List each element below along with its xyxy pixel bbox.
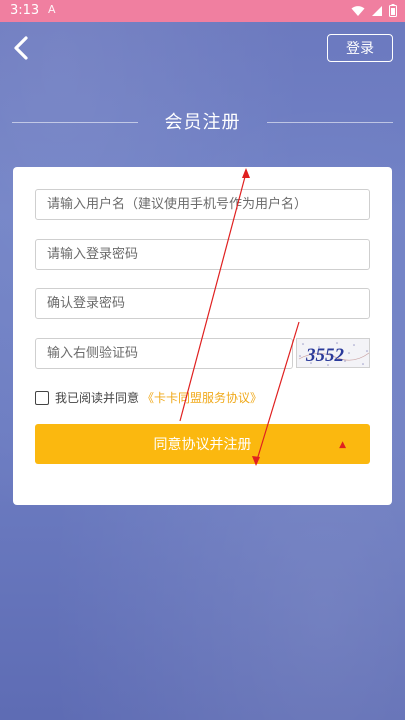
triangle-marker-icon: ▲ xyxy=(339,440,346,450)
username-input[interactable] xyxy=(35,189,370,220)
agree-text: 我已阅读并同意 xyxy=(55,391,140,405)
agree-checkbox[interactable] xyxy=(35,390,49,405)
wifi-icon xyxy=(351,5,365,16)
register-button-label: 同意协议并注册 xyxy=(153,437,252,453)
title-divider-right xyxy=(267,122,393,123)
status-bar: 3:13 A xyxy=(0,0,405,22)
page-title: 会员注册 xyxy=(164,112,241,133)
battery-icon xyxy=(389,4,397,17)
signal-icon xyxy=(372,5,382,16)
agreement-link[interactable]: 《卡卡同盟服务协议》 xyxy=(142,389,262,406)
page-title-wrapper: 会员注册 xyxy=(12,106,393,136)
password-input[interactable] xyxy=(35,239,370,270)
captcha-image[interactable]: 3552 xyxy=(296,338,370,368)
register-card: 3552 我已阅读并同意 《卡卡同盟服务协议》 同意协议并注册 ▲ xyxy=(13,167,392,505)
login-button[interactable]: 登录 xyxy=(327,34,393,62)
chevron-left-icon xyxy=(14,36,28,60)
back-button[interactable] xyxy=(10,34,38,62)
captcha-text: 3552 xyxy=(305,345,345,366)
agreement-row: 我已阅读并同意 《卡卡同盟服务协议》 xyxy=(35,389,262,406)
status-time: 3:13 xyxy=(10,3,40,18)
notification-icon: A xyxy=(48,3,56,16)
captcha-input[interactable] xyxy=(35,338,293,369)
confirm-password-input[interactable] xyxy=(35,288,370,319)
status-icons xyxy=(351,4,397,17)
register-button[interactable]: 同意协议并注册 ▲ xyxy=(35,424,370,464)
